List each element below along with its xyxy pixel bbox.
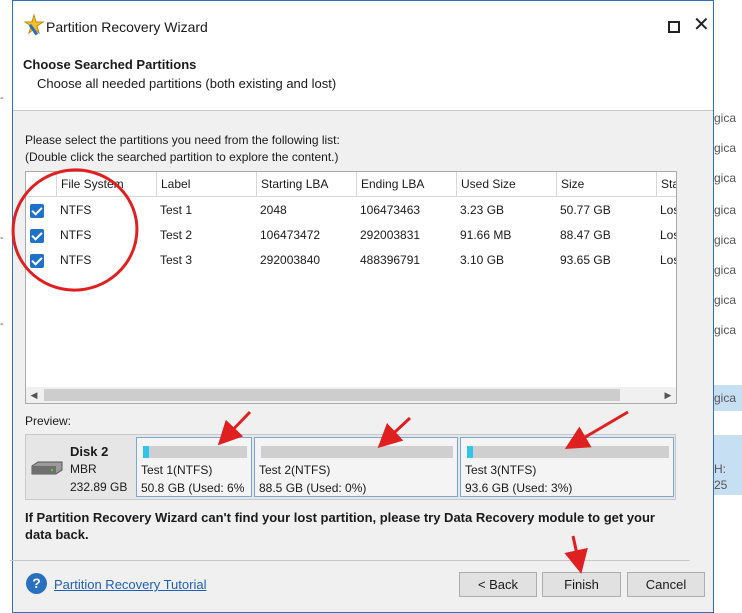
background-window-right: gica gica gica gica gica gica gica gica … (712, 0, 742, 613)
background-row-text: gica (714, 293, 737, 307)
background-row-text: gica (714, 203, 737, 217)
row-checkbox[interactable] (30, 229, 44, 243)
background-row-text: gica (714, 263, 737, 277)
table-row[interactable]: NTFS Test 3 292003840 488396791 3.10 GB … (26, 248, 676, 273)
disk-size: 232.89 GB (70, 480, 128, 494)
finish-button[interactable]: Finish (542, 572, 621, 597)
data-recovery-note: If Partition Recovery Wizard can't find … (25, 510, 655, 542)
maximize-icon[interactable] (668, 21, 680, 33)
footer-divider (10, 560, 690, 561)
partition-block[interactable]: Test 3(NTFS) 93.6 GB (Used: 3%) (460, 437, 674, 497)
cell-status: Los (660, 203, 676, 217)
cell-status: Los (660, 228, 676, 242)
background-text: - (0, 318, 4, 330)
partition-info: 88.5 GB (Used: 0%) (259, 481, 367, 495)
instruction-line: (Double click the searched partition to … (25, 150, 339, 164)
disk-name: Disk 2 (70, 444, 109, 459)
cell-starting-lba: 292003840 (260, 253, 321, 267)
partition-name: Test 3(NTFS) (465, 463, 537, 477)
page-title: Choose Searched Partitions (23, 57, 197, 72)
cell-used-size: 3.10 GB (460, 253, 505, 267)
cell-size: 93.65 GB (560, 253, 611, 267)
table-header: File System Label Starting LBA Ending LB… (26, 172, 676, 197)
cell-file-system: NTFS (60, 203, 92, 217)
wizard-wand-icon (23, 14, 45, 36)
background-text: - (0, 232, 4, 244)
usage-bar (467, 446, 669, 458)
disk-preview: Disk 2 MBR 232.89 GB Test 1(NTFS) 50.8 G… (25, 434, 676, 500)
cell-label: Test 2 (160, 228, 193, 242)
column-header-file-system[interactable]: File System (56, 172, 156, 197)
title-bar[interactable]: Partition Recovery Wizard ✕ (13, 1, 713, 51)
background-row-text: gica (714, 323, 737, 337)
partition-recovery-tutorial-link[interactable]: Partition Recovery Tutorial (54, 577, 206, 592)
wizard-header: Choose Searched Partitions Choose all ne… (13, 51, 713, 111)
cell-status: Los (660, 253, 676, 267)
background-row-text: gica (714, 233, 737, 247)
cell-size: 50.77 GB (560, 203, 611, 217)
column-header-status[interactable]: Sta (656, 172, 676, 197)
row-checkbox[interactable] (30, 254, 44, 268)
usage-fill (467, 446, 473, 458)
table-row[interactable]: NTFS Test 2 106473472 292003831 91.66 MB… (26, 223, 676, 248)
background-row-text: H: (714, 462, 726, 476)
disk-type: MBR (70, 462, 97, 476)
partition-name: Test 2(NTFS) (259, 463, 331, 477)
partition-table[interactable]: File System Label Starting LBA Ending LB… (25, 171, 677, 404)
usage-bar (261, 446, 453, 458)
cell-used-size: 3.23 GB (460, 203, 505, 217)
cell-size: 88.47 GB (560, 228, 611, 242)
background-row-text: 25 (714, 478, 728, 492)
usage-fill (143, 446, 149, 458)
instructions: Please select the partitions you need fr… (25, 132, 340, 166)
column-header-ending-lba[interactable]: Ending LBA (356, 172, 456, 197)
partition-block[interactable]: Test 2(NTFS) 88.5 GB (Used: 0%) (254, 437, 458, 497)
hard-disk-icon (31, 461, 63, 475)
table-row[interactable]: NTFS Test 1 2048 106473463 3.23 GB 50.77… (26, 198, 676, 223)
preview-label: Preview: (25, 414, 72, 428)
cell-file-system: NTFS (60, 253, 92, 267)
partition-block[interactable]: Test 1(NTFS) 50.8 GB (Used: 6% (136, 437, 252, 497)
usage-bar (143, 446, 247, 458)
back-button[interactable]: < Back (459, 572, 537, 597)
horizontal-scrollbar[interactable]: ◀ ▶ (26, 387, 676, 403)
partition-name: Test 1(NTFS) (141, 463, 213, 477)
cell-label: Test 1 (160, 203, 193, 217)
cell-starting-lba: 2048 (260, 203, 287, 217)
column-header-used-size[interactable]: Used Size (456, 172, 556, 197)
cell-ending-lba: 292003831 (360, 228, 421, 242)
cell-label: Test 3 (160, 253, 193, 267)
page-subtitle: Choose all needed partitions (both exist… (37, 76, 337, 91)
scroll-left-icon[interactable]: ◀ (26, 387, 42, 403)
partition-info: 93.6 GB (Used: 3%) (465, 481, 573, 495)
column-header-label[interactable]: Label (156, 172, 256, 197)
column-header-starting-lba[interactable]: Starting LBA (256, 172, 356, 197)
help-icon[interactable]: ? (26, 573, 47, 594)
background-row-text: gica (714, 391, 737, 405)
cancel-button[interactable]: Cancel (627, 572, 705, 597)
cell-used-size: 91.66 MB (460, 228, 512, 242)
scrollbar-thumb[interactable] (44, 389, 620, 401)
cell-file-system: NTFS (60, 228, 92, 242)
cell-ending-lba: 106473463 (360, 203, 421, 217)
partition-info: 50.8 GB (Used: 6% (141, 481, 245, 495)
row-checkbox[interactable] (30, 204, 44, 218)
cell-ending-lba: 488396791 (360, 253, 421, 267)
column-header-size[interactable]: Size (556, 172, 656, 197)
close-icon[interactable]: ✕ (693, 15, 710, 35)
background-text: - (0, 92, 4, 104)
window-title: Partition Recovery Wizard (46, 19, 208, 35)
background-row-text: gica (714, 171, 737, 185)
cell-starting-lba: 106473472 (260, 228, 321, 242)
background-row-text: gica (714, 111, 737, 125)
background-row-text: gica (714, 141, 737, 155)
scroll-right-icon[interactable]: ▶ (660, 387, 676, 403)
instruction-line: Please select the partitions you need fr… (25, 133, 340, 147)
